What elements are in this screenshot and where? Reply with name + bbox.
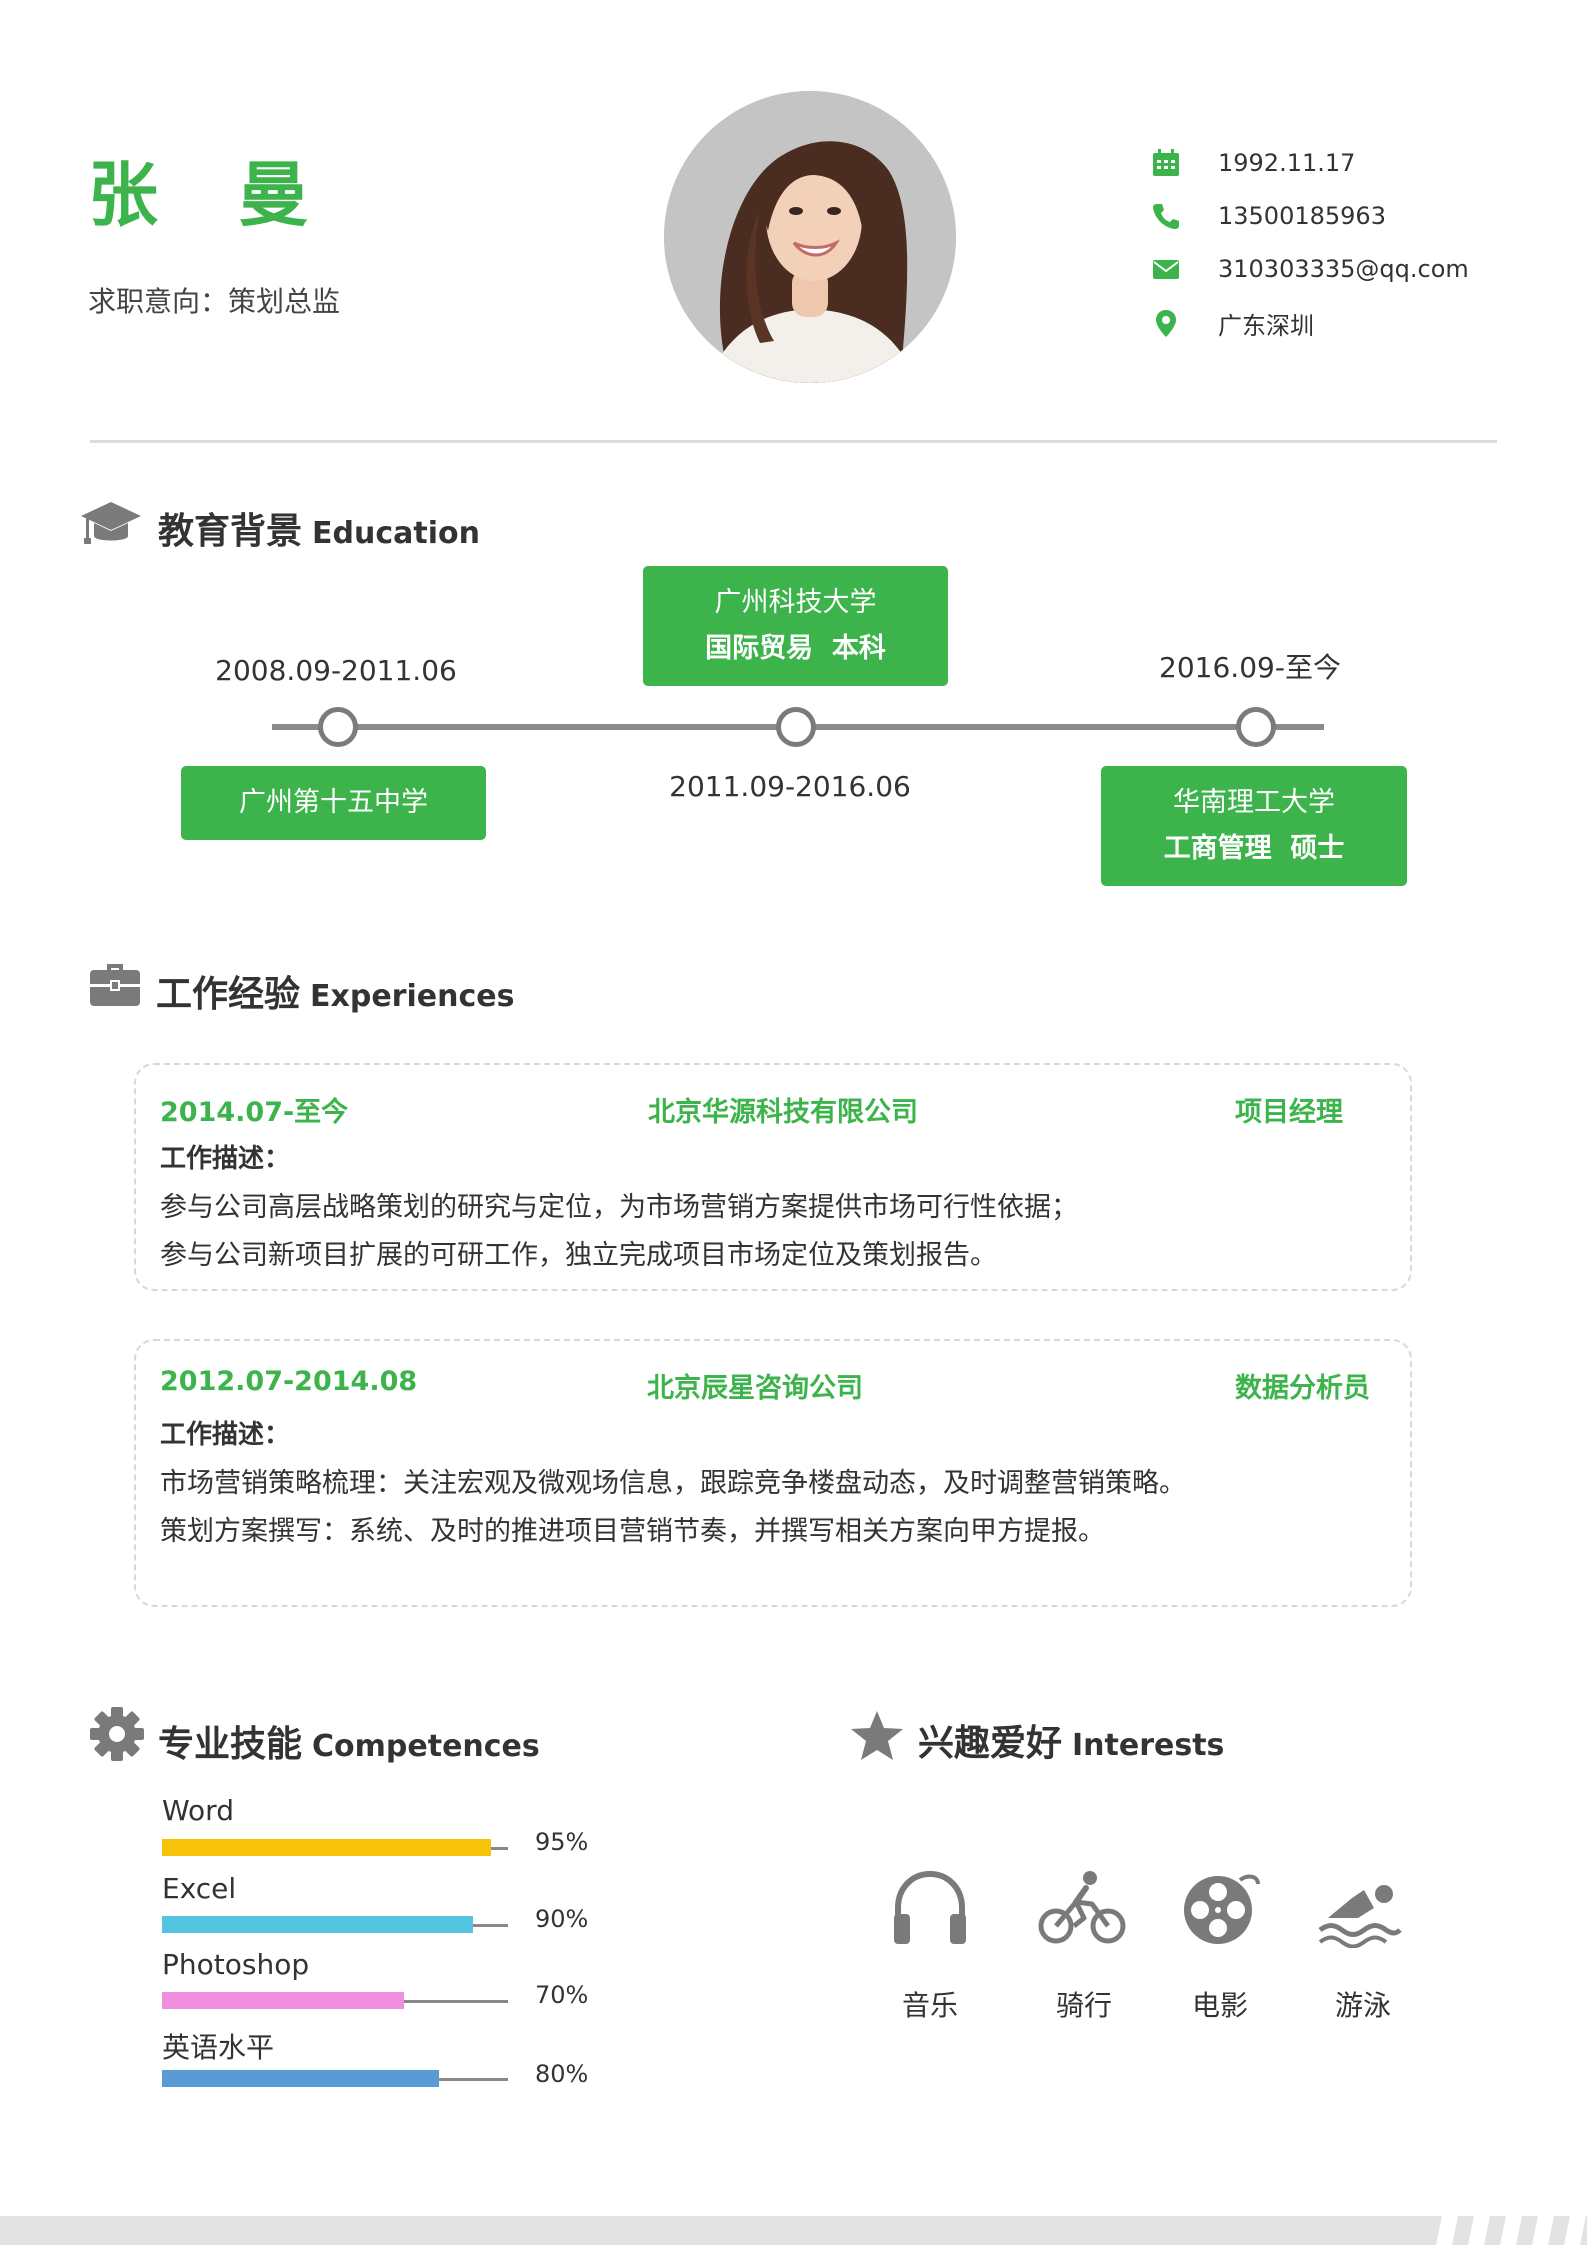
footer-band <box>0 2216 1587 2245</box>
envelope-icon <box>1148 251 1184 287</box>
interest-label-swimming: 游泳 <box>1334 1989 1391 2022</box>
skill-bar-fill <box>162 1992 404 2009</box>
education-box-3: 华南理工大学 工商管理 硕士 <box>1101 766 1407 886</box>
interests-heading: 兴趣爱好 Interests <box>918 1714 1224 1766</box>
briefcase-icon <box>84 958 146 1010</box>
experience-role-1: 项目经理 <box>1235 1097 1343 1128</box>
interest-label-music: 音乐 <box>901 1989 958 2022</box>
contact-birthday: 1992.11.17 <box>1148 143 1355 183</box>
education-date-1: 2008.09-2011.06 <box>215 654 457 687</box>
experience-company-1: 北京华源科技有限公司 <box>648 1097 918 1128</box>
cycling-icon <box>1036 1862 1128 1954</box>
timeline-node-2 <box>776 707 816 747</box>
interests-title: 兴趣爱好 <box>918 1723 1063 1764</box>
birthday-text: 1992.11.17 <box>1218 149 1356 177</box>
experience-title-en: Experiences <box>310 979 515 1014</box>
experience-period-1: 2014.07-至今 <box>160 1097 349 1128</box>
phone-icon <box>1148 198 1184 234</box>
experience-line-2-2: 策划方案撰写：系统、及时的推进项目营销节奏，并撰写相关方案向甲方提报。 <box>160 1516 1105 1547</box>
profile-photo <box>664 91 956 383</box>
education-detail-2: 国际贸易 本科 <box>705 633 886 664</box>
skill-bar-fill <box>162 2070 439 2087</box>
graduation-cap-icon <box>80 498 142 550</box>
interests-title-en: Interests <box>1072 1728 1225 1763</box>
experience-line-1-2: 参与公司新项目扩展的可研工作，独立完成项目市场定位及策划报告。 <box>160 1240 997 1271</box>
star-icon <box>846 1710 908 1762</box>
calendar-icon <box>1148 145 1184 181</box>
experience-label-1: 工作描述： <box>160 1144 291 1174</box>
experience-period-2: 2012.07-2014.08 <box>160 1366 418 1397</box>
skills-title-en: Competences <box>312 1729 540 1764</box>
skill-percent: 90% <box>535 1905 589 1933</box>
skill-name: 英语水平 <box>162 2031 275 2064</box>
gear-icon <box>86 1707 148 1761</box>
header-divider <box>90 440 1497 443</box>
experience-line-1-1: 参与公司高层战略策划的研究与定位，为市场营销方案提供市场可行性依据； <box>160 1192 1078 1223</box>
education-school-2: 广州科技大学 <box>714 587 877 618</box>
education-box-1: 广州第十五中学 <box>181 766 486 840</box>
experience-label-2: 工作描述： <box>160 1420 291 1450</box>
email-text[interactable]: 310303335@qq.com <box>1218 255 1469 283</box>
skills-heading: 专业技能 Competences <box>158 1715 540 1767</box>
phone-text: 13500185963 <box>1218 202 1386 230</box>
skill-name: Word <box>162 1794 234 1827</box>
experience-company-2: 北京辰星咨询公司 <box>647 1373 863 1404</box>
contact-location: 广东深圳 <box>1148 303 1314 343</box>
contact-phone: 13500185963 <box>1148 196 1386 236</box>
map-pin-icon <box>1148 305 1184 341</box>
skill-percent: 95% <box>535 1828 589 1856</box>
experience-role-2: 数据分析员 <box>1235 1373 1370 1404</box>
skill-bar-fill <box>162 1839 491 1856</box>
education-school-1: 广州第十五中学 <box>239 787 428 818</box>
education-date-2: 2011.09-2016.06 <box>669 770 911 803</box>
job-intent: 求职意向：策划总监 <box>88 285 341 318</box>
skill-name: Excel <box>162 1872 237 1905</box>
timeline-node-3 <box>1236 707 1276 747</box>
timeline-node-1 <box>318 707 358 747</box>
experience-line-2-1: 市场营销策略梳理：关注宏观及微观场信息，跟踪竞争楼盘动态，及时调整营销策略。 <box>160 1468 1186 1499</box>
skill-percent: 80% <box>535 2060 589 2088</box>
skills-title: 专业技能 <box>158 1724 303 1765</box>
education-date-3: 2016.09-至今 <box>1159 651 1341 684</box>
candidate-name: 张 曼 <box>88 154 337 236</box>
education-title: 教育背景 <box>158 511 303 552</box>
interest-label-movie: 电影 <box>1191 1989 1248 2022</box>
skill-name: Photoshop <box>162 1948 310 1981</box>
education-box-2: 广州科技大学 国际贸易 本科 <box>643 566 948 686</box>
education-heading: 教育背景 Education <box>158 502 480 554</box>
film-reel-icon <box>1174 1862 1266 1954</box>
education-detail-3: 工商管理 硕士 <box>1163 833 1345 864</box>
footer-stripes <box>1436 2216 1586 2245</box>
education-title-en: Education <box>312 516 480 551</box>
interest-label-cycling: 骑行 <box>1055 1989 1112 2022</box>
education-school-3: 华南理工大学 <box>1173 787 1335 818</box>
swimming-icon <box>1314 1862 1406 1954</box>
experience-heading: 工作经验 Experiences <box>156 965 514 1017</box>
location-text: 广东深圳 <box>1218 311 1314 340</box>
skill-percent: 70% <box>535 1981 589 2009</box>
contact-email: 310303335@qq.com <box>1148 249 1469 289</box>
skill-bar-fill <box>162 1916 473 1933</box>
experience-title: 工作经验 <box>156 974 301 1015</box>
headphones-icon <box>884 1862 976 1954</box>
